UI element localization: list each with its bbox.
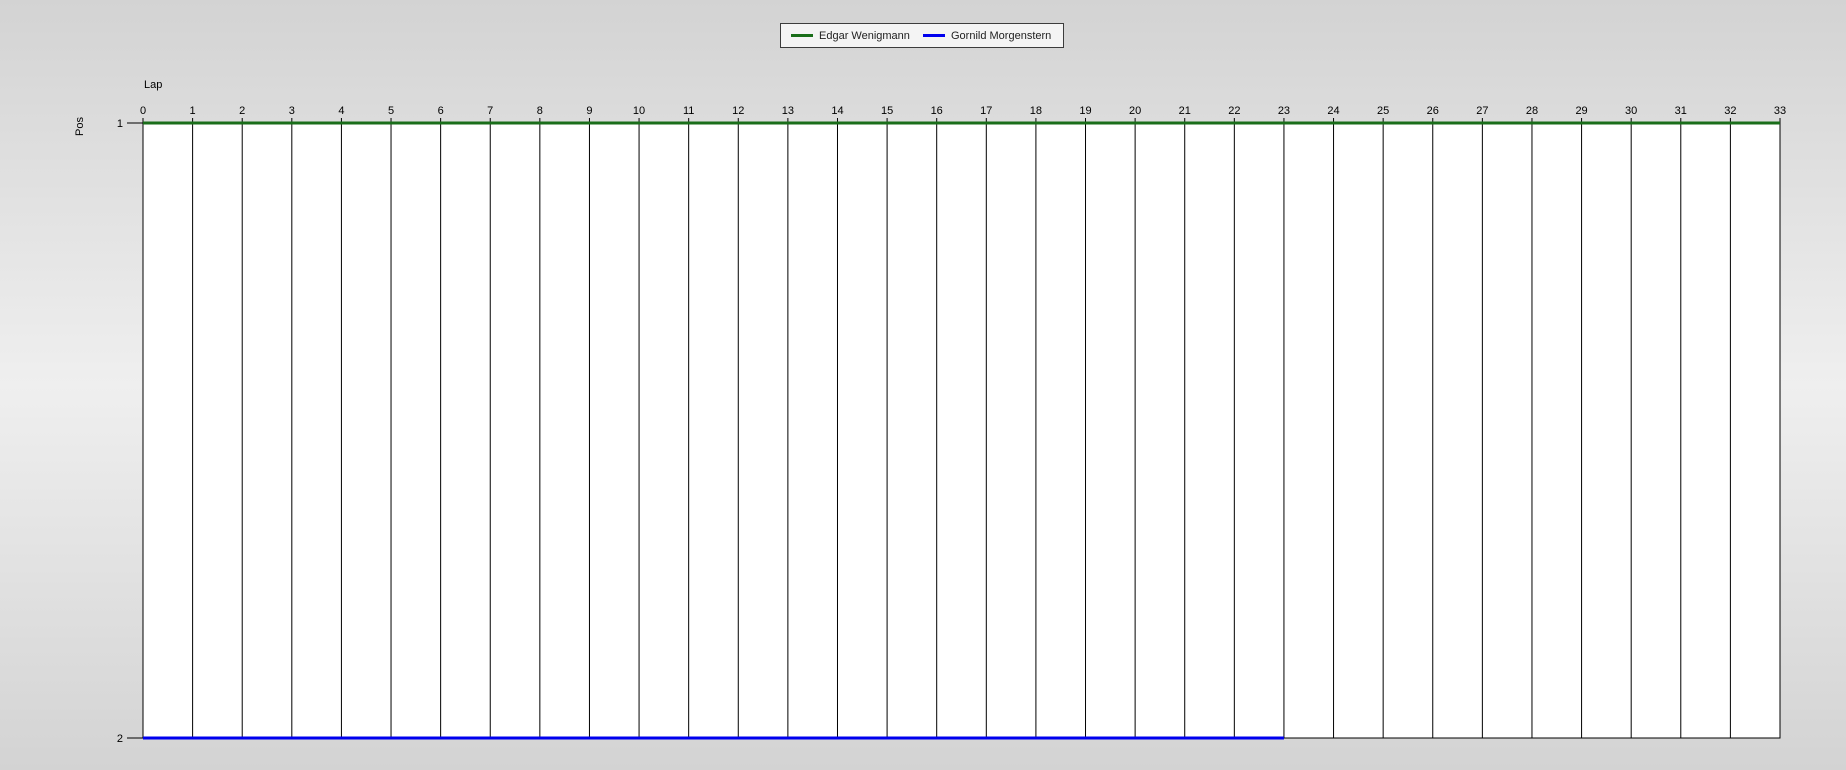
x-tick-label: 17 bbox=[980, 105, 992, 117]
x-tick-label: 25 bbox=[1377, 105, 1389, 117]
x-tick-label: 30 bbox=[1625, 105, 1637, 117]
x-tick-label: 26 bbox=[1427, 105, 1439, 117]
x-tick-label: 15 bbox=[881, 105, 893, 117]
x-tick-label: 5 bbox=[388, 105, 394, 117]
x-tick-label: 1 bbox=[190, 105, 196, 117]
x-tick-label: 23 bbox=[1278, 105, 1290, 117]
x-tick-label: 28 bbox=[1526, 105, 1538, 117]
x-tick-label: 6 bbox=[438, 105, 444, 117]
x-tick-label: 24 bbox=[1327, 105, 1339, 117]
x-tick-label: 3 bbox=[289, 105, 295, 117]
x-tick-label: 0 bbox=[140, 105, 146, 117]
plot-area bbox=[142, 122, 1781, 739]
y-axis-ticks: 12 bbox=[117, 118, 143, 745]
x-tick-label: 2 bbox=[239, 105, 245, 117]
x-tick-label: 29 bbox=[1575, 105, 1587, 117]
y-axis-title: Pos bbox=[74, 117, 86, 136]
x-tick-label: 31 bbox=[1675, 105, 1687, 117]
x-tick-label: 11 bbox=[683, 105, 694, 117]
x-tick-label: 10 bbox=[633, 105, 645, 117]
x-tick-label: 16 bbox=[931, 105, 943, 117]
x-tick-label: 14 bbox=[831, 105, 843, 117]
y-tick-label: 1 bbox=[117, 118, 123, 130]
x-tick-label: 8 bbox=[537, 105, 543, 117]
x-axis-ticks: 0 1 2 3 4 5 6 7 8 9 10 11 12 13 14 15 16 17 18 19 20 21 22 23 24… bbox=[140, 105, 1786, 123]
x-tick-label: 13 bbox=[782, 105, 794, 117]
x-tick-label: 27 bbox=[1476, 105, 1488, 117]
x-tick-label: 9 bbox=[586, 105, 592, 117]
x-tick-label: 21 bbox=[1179, 105, 1191, 117]
x-tick-label: 19 bbox=[1079, 105, 1091, 117]
x-tick-label: 22 bbox=[1228, 105, 1240, 117]
x-tick-label: 4 bbox=[338, 105, 344, 117]
x-tick-label: 18 bbox=[1030, 105, 1042, 117]
x-tick-label: 7 bbox=[487, 105, 493, 117]
x-tick-label: 12 bbox=[732, 105, 744, 117]
x-tick-label: 20 bbox=[1129, 105, 1141, 117]
x-tick-label: 33 bbox=[1774, 105, 1786, 117]
x-tick-label: 32 bbox=[1724, 105, 1736, 117]
y-tick-label: 2 bbox=[117, 733, 123, 745]
position-chart: 0 1 2 3 4 5 6 7 8 9 10 11 12 13 14 15 16 17 18 19 20 21 22 23 24… bbox=[74, 79, 1786, 745]
x-axis-title: Lap bbox=[144, 79, 162, 91]
